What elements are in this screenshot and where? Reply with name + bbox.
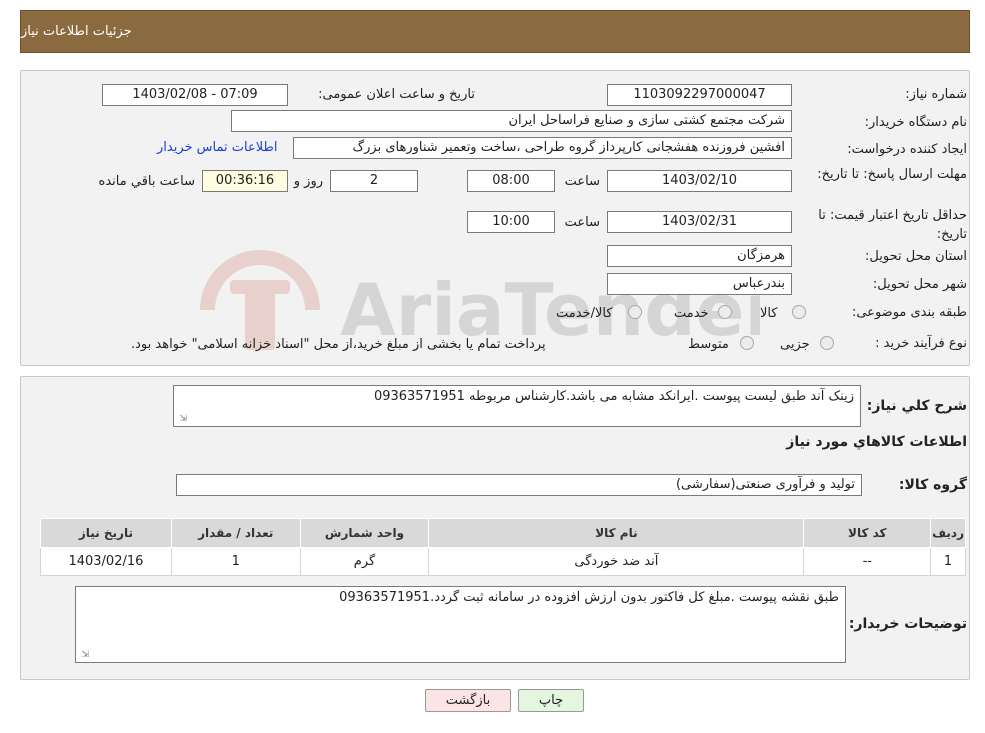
category-goods-radio[interactable] bbox=[792, 305, 806, 319]
buyer-org-label: نام دستگاه خریدار: bbox=[864, 115, 967, 130]
days-label: روز و bbox=[293, 174, 323, 189]
col-name-header: نام کالا bbox=[428, 518, 805, 548]
buyer-notes-label: توضیحات خریدار: bbox=[848, 616, 967, 632]
cell-row: 1 bbox=[930, 547, 966, 576]
province-field: هرمزگان bbox=[607, 245, 792, 267]
summary-text: زینک آند طبق لیست پیوست .ایرانکد مشابه م… bbox=[373, 389, 854, 404]
col-code-header: کد کالا bbox=[803, 518, 932, 548]
process-medium-radio[interactable] bbox=[740, 336, 754, 350]
days-remaining-field: 2 bbox=[330, 170, 418, 192]
summary-label: شرح کلي نياز: bbox=[866, 398, 967, 414]
reply-deadline-label: مهلت ارسال پاسخ: تا تاریخ: bbox=[817, 167, 967, 182]
announce-label: تاریخ و ساعت اعلان عمومی: bbox=[318, 87, 475, 102]
process-minor-label: جزیی bbox=[780, 337, 810, 352]
process-type-label: نوع فرآیند خرید : bbox=[875, 336, 967, 351]
category-goods-label: کالا bbox=[760, 306, 778, 321]
back-button[interactable]: بازگشت bbox=[425, 689, 511, 712]
page-header: جزئیات اطلاعات نیاز bbox=[20, 10, 970, 53]
category-goods-service-radio[interactable] bbox=[628, 305, 642, 319]
validity-time-field: 10:00 bbox=[467, 211, 555, 233]
city-label: شهر محل تحویل: bbox=[872, 277, 967, 292]
requester-label: ایجاد کننده درخواست: bbox=[847, 142, 967, 157]
goods-group-field: تولید و فرآوری صنعتی(سفارشی) bbox=[176, 474, 862, 496]
goods-section-title: اطلاعات کالاهاي مورد نياز bbox=[786, 434, 967, 450]
validity-time-label: ساعت bbox=[564, 215, 600, 230]
category-label: طبقه بندی موضوعی: bbox=[851, 305, 967, 320]
col-date-header: تاریخ نیاز bbox=[40, 518, 172, 548]
goods-table-header: ردیف کد کالا نام کالا واحد شمارش تعداد /… bbox=[40, 518, 966, 548]
category-service-label: خدمت bbox=[674, 306, 709, 321]
cell-name: آند ضد خوردگی bbox=[428, 547, 805, 576]
announce-field: 1403/02/08 - 07:09 bbox=[102, 84, 288, 106]
buyer-org-field: شرکت مجتمع کشتی سازی و صنایع فراساحل ایر… bbox=[231, 110, 792, 132]
goods-table: ردیف کد کالا نام کالا واحد شمارش تعداد /… bbox=[40, 518, 966, 576]
process-note: پرداخت تمام یا بخشی از مبلغ خرید،از محل … bbox=[131, 337, 546, 352]
reply-time-field: 08:00 bbox=[467, 170, 555, 192]
buyer-contact-link[interactable]: اطلاعات تماس خریدار bbox=[157, 140, 277, 155]
print-button[interactable]: چاپ bbox=[518, 689, 584, 712]
province-label: استان محل تحویل: bbox=[865, 249, 967, 264]
col-row-header: ردیف bbox=[930, 518, 966, 548]
col-qty-header: تعداد / مقدار bbox=[170, 518, 301, 548]
resize-grip-icon[interactable]: ⇲ bbox=[79, 650, 89, 660]
cell-date: 1403/02/16 bbox=[40, 547, 172, 576]
category-service-radio[interactable] bbox=[718, 305, 732, 319]
goods-group-label: گروه کالا: bbox=[898, 477, 967, 493]
cell-unit: گرم bbox=[299, 547, 430, 576]
cell-qty: 1 bbox=[170, 547, 301, 576]
reply-time-label: ساعت bbox=[564, 174, 600, 189]
table-row: 1 -- آند ضد خوردگی گرم 1 1403/02/16 bbox=[40, 547, 966, 576]
summary-textarea: زینک آند طبق لیست پیوست .ایرانکد مشابه م… bbox=[173, 385, 861, 427]
city-field: بندرعباس bbox=[607, 273, 792, 295]
process-minor-radio[interactable] bbox=[820, 336, 834, 350]
validity-date-field: 1403/02/31 bbox=[607, 211, 792, 233]
need-number-label: شماره نیاز: bbox=[905, 87, 967, 102]
remaining-time-field: 00:36:16 bbox=[202, 170, 288, 192]
need-number-field: 1103092297000047 bbox=[607, 84, 792, 106]
process-medium-label: متوسط bbox=[688, 337, 729, 352]
buyer-notes-textarea: طبق نقشه پیوست .مبلغ کل فاکتور بدون ارزش… bbox=[75, 586, 846, 663]
reply-date-field: 1403/02/10 bbox=[607, 170, 792, 192]
resize-grip-icon[interactable]: ⇲ bbox=[177, 414, 187, 424]
requester-field: افشین فروزنده هفشجانی کارپرداز گروه طراح… bbox=[293, 137, 792, 159]
cell-code: -- bbox=[803, 547, 932, 576]
col-unit-header: واحد شمارش bbox=[299, 518, 430, 548]
remaining-time-label: ساعت باقي مانده bbox=[98, 174, 195, 189]
page-title: جزئیات اطلاعات نیاز bbox=[21, 24, 132, 39]
price-validity-label: حداقل تاریخ اعتبار قیمت: تا تاریخ: bbox=[818, 208, 967, 242]
category-goods-service-label: کالا/خدمت bbox=[556, 306, 613, 321]
buyer-notes-text: طبق نقشه پیوست .مبلغ کل فاکتور بدون ارزش… bbox=[339, 590, 839, 605]
